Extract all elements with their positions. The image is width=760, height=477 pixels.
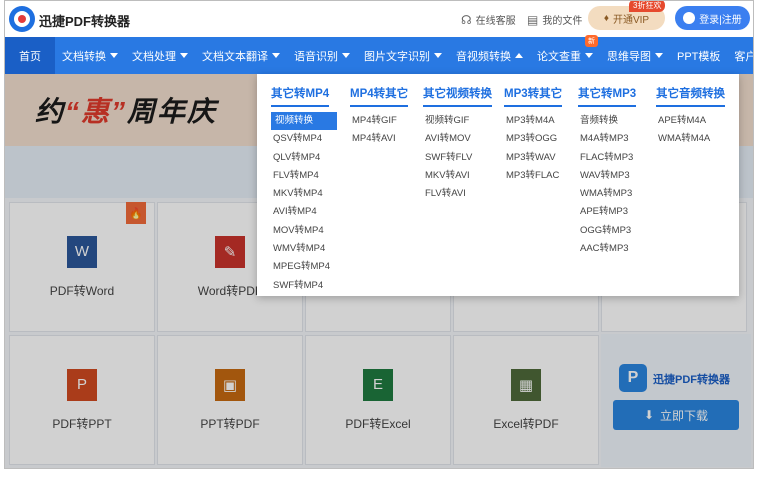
menu-item[interactable]: MP3转OGG [504, 130, 562, 148]
menu-item[interactable]: MP3转M4A [504, 112, 562, 130]
header: 迅捷PDF转换器 ☊ 在线客服 ▤ 我的文件 ♦ 开通VIP 3折狂欢 登录|注… [5, 1, 753, 37]
nav-speech-recognition[interactable]: 语音识别 [287, 37, 357, 74]
menu-item[interactable]: FLAC转MP3 [578, 149, 636, 167]
my-files-label: 我的文件 [542, 16, 583, 27]
menu-item[interactable]: AVI转MOV [423, 130, 492, 148]
menu-item[interactable]: MKV转MP4 [271, 185, 337, 203]
my-files-link[interactable]: ▤ 我的文件 [527, 12, 583, 28]
nav-av-convert[interactable]: 音视频转换 [449, 37, 530, 74]
column-list: MP4转GIF MP4转AVI [350, 112, 408, 149]
dropdown-column: MP3转其它 MP3转M4A MP3转OGG MP3转WAV MP3转FLAC [504, 84, 563, 185]
menu-item[interactable]: MP3转FLAC [504, 167, 562, 185]
customer-service-label: 在线客服 [475, 16, 516, 27]
menu-item[interactable]: SWF转MP4 [271, 277, 337, 295]
file-icon: ▤ [527, 12, 539, 27]
vip-label: 开通VIP [612, 14, 650, 26]
menu-item[interactable]: WAV转MP3 [578, 167, 636, 185]
column-title: 其它视频转换 [423, 85, 492, 107]
nav-label: 文档转换 [62, 50, 106, 63]
menu-item[interactable]: AVI转MP4 [271, 203, 337, 221]
column-list: APE转M4A WMA转M4A [656, 112, 725, 149]
caret-down-icon [655, 53, 663, 58]
headset-icon: ☊ [461, 12, 472, 27]
nav-client[interactable]: 客户端 [727, 37, 753, 74]
caret-down-icon [434, 53, 442, 58]
browser-frame: 迅捷PDF转换器 ☊ 在线客服 ▤ 我的文件 ♦ 开通VIP 3折狂欢 登录|注… [4, 0, 754, 469]
menu-item[interactable]: APE转MP3 [578, 203, 636, 221]
menu-item[interactable]: 视频转换 [271, 112, 337, 131]
vip-promo-badge: 3折狂欢 [629, 1, 666, 12]
dropdown-column: 其它转MP4 视频转换 QSV转MP4 QLV转MP4 FLV转MP4 MKV转… [271, 84, 337, 295]
column-title: MP4转其它 [350, 85, 409, 107]
menu-item[interactable]: 视频转GIF [423, 112, 492, 130]
nav-home[interactable]: 首页 [5, 37, 55, 74]
user-icon [683, 12, 696, 24]
menu-item[interactable]: SWF转FLV [423, 149, 492, 167]
menu-item[interactable]: WMA转MP3 [578, 185, 636, 203]
caret-down-icon [180, 53, 188, 58]
column-title: 其它音频转换 [656, 85, 725, 107]
menu-item[interactable]: AAC转MP3 [578, 240, 636, 258]
menu-item[interactable]: APE转M4A [656, 112, 725, 130]
menu-item[interactable]: 音频转换 [578, 112, 636, 130]
nav-doc-translate[interactable]: 文档文本翻译 [195, 37, 287, 74]
nav-label: 语音识别 [294, 50, 338, 63]
nav-mind-map[interactable]: 思维导图 [600, 37, 670, 74]
menu-item[interactable]: QLV转MP4 [271, 149, 337, 167]
nav-label: PPT模板 [677, 50, 721, 63]
dropdown-column: 其它转MP3 音频转换 M4A转MP3 FLAC转MP3 WAV转MP3 WMA… [578, 84, 637, 258]
column-title: 其它转MP3 [578, 85, 637, 107]
nav-ppt-templates[interactable]: PPT模板 [670, 37, 727, 74]
nav-label: 思维导图 [607, 50, 651, 63]
caret-down-icon [585, 53, 593, 58]
nav-label: 图片文字识别 [364, 50, 430, 63]
column-list: 音频转换 M4A转MP3 FLAC转MP3 WAV转MP3 WMA转MP3 AP… [578, 112, 636, 258]
menu-item[interactable]: OGG转MP3 [578, 222, 636, 240]
menu-item[interactable]: FLV转AVI [423, 185, 492, 203]
av-convert-dropdown: 其它转MP4 视频转换 QSV转MP4 QLV转MP4 FLV转MP4 MKV转… [257, 74, 739, 296]
login-button[interactable]: 登录|注册 [675, 6, 750, 30]
dropdown-column: 其它视频转换 视频转GIF AVI转MOV SWF转FLV MKV转AVI FL… [423, 84, 492, 203]
menu-item[interactable]: WMA转M4A [656, 130, 725, 148]
nav-image-ocr[interactable]: 图片文字识别 [357, 37, 449, 74]
diamond-icon: ♦ [603, 12, 609, 24]
nav-label: 文档处理 [132, 50, 176, 63]
main-nav: 首页 文档转换 文档处理 文档文本翻译 语音识别 图片文字识别 音视频转换 论文… [5, 35, 753, 74]
menu-item[interactable]: QSV转MP4 [271, 130, 337, 148]
new-badge: 新 [585, 35, 598, 47]
dropdown-column: 其它音频转换 APE转M4A WMA转M4A [656, 84, 725, 149]
customer-service-link[interactable]: ☊ 在线客服 [461, 12, 516, 28]
menu-item[interactable]: MPEG转MP4 [271, 258, 337, 276]
dropdown-column: MP4转其它 MP4转GIF MP4转AVI [350, 84, 409, 149]
nav-label: 音视频转换 [456, 50, 511, 63]
column-list: 视频转换 QSV转MP4 QLV转MP4 FLV转MP4 MKV转MP4 AVI… [271, 112, 337, 295]
column-title: 其它转MP4 [271, 85, 330, 107]
menu-item[interactable]: MKV转AVI [423, 167, 492, 185]
menu-item[interactable]: MP4转GIF [350, 112, 408, 130]
menu-item[interactable]: WMV转MP4 [271, 240, 337, 258]
nav-label: 首页 [19, 50, 41, 63]
nav-label: 文档文本翻译 [202, 50, 268, 63]
nav-doc-convert[interactable]: 文档转换 [55, 37, 125, 74]
menu-item[interactable]: FLV转MP4 [271, 167, 337, 185]
caret-down-icon [342, 53, 350, 58]
caret-down-icon [272, 53, 280, 58]
nav-plagiarism-check[interactable]: 论文查重新 [530, 35, 600, 74]
menu-item[interactable]: M4A转MP3 [578, 130, 636, 148]
column-list: 视频转GIF AVI转MOV SWF转FLV MKV转AVI FLV转AVI [423, 112, 492, 203]
menu-item[interactable]: MP3转WAV [504, 149, 562, 167]
menu-item[interactable]: MOV转MP4 [271, 222, 337, 240]
nav-doc-process[interactable]: 文档处理 [125, 37, 195, 74]
nav-label: 客户端 [734, 50, 753, 63]
brand-name[interactable]: 迅捷PDF转换器 [39, 11, 130, 30]
brand-logo-icon[interactable] [9, 6, 35, 32]
caret-down-icon [110, 53, 118, 58]
login-label: 登录|注册 [699, 14, 742, 26]
column-title: MP3转其它 [504, 85, 563, 107]
caret-up-icon [515, 53, 523, 58]
nav-label: 论文查重 [537, 50, 581, 63]
menu-item[interactable]: MP4转AVI [350, 130, 408, 148]
column-list: MP3转M4A MP3转OGG MP3转WAV MP3转FLAC [504, 112, 562, 185]
